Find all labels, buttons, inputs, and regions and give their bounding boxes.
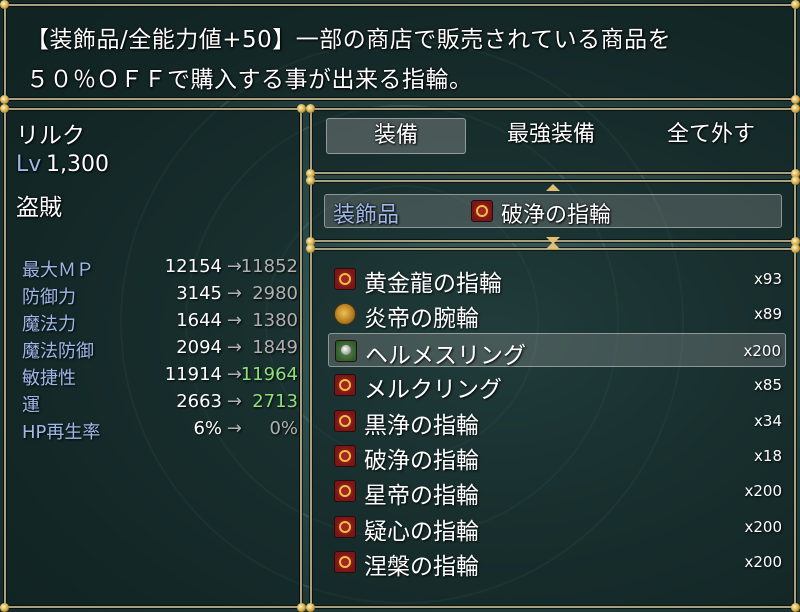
item-name: 黒浄の指輪 — [364, 412, 479, 439]
stat-label: 敏捷性 — [22, 368, 76, 389]
stat-row: 運 2663 → 2713 — [22, 391, 300, 418]
list-item[interactable]: 破浄の指輪 x18 — [328, 439, 786, 474]
item-scroll-up-arrow[interactable] — [546, 242, 560, 249]
stat-new: 2980 — [252, 283, 298, 304]
item-count: x200 — [744, 517, 782, 536]
ring-icon — [334, 374, 356, 397]
slot-window: 装飾品 破浄の指輪 — [306, 176, 800, 246]
stat-label: HP再生率 — [22, 422, 101, 443]
item-name: 黄金龍の指輪 — [364, 271, 502, 297]
actor-name: リルク — [16, 123, 85, 149]
stat-new: 11964 — [240, 364, 298, 385]
stat-new: 1849 — [252, 337, 298, 358]
ring-icon — [334, 551, 356, 574]
stat-row: HP再生率 6% → 0% — [22, 418, 300, 445]
list-item[interactable]: メルクリング x85 — [328, 368, 786, 404]
hermes-ring-icon — [335, 339, 357, 362]
stat-label: 防御力 — [22, 287, 76, 308]
stat-current: 11914 — [164, 364, 222, 385]
list-item[interactable]: 黒浄の指輪 x34 — [328, 404, 786, 439]
item-name: 涅槃の指輪 — [364, 554, 479, 581]
item-count: x93 — [754, 270, 782, 288]
stat-current: 6% — [193, 418, 222, 439]
item-count: x200 — [743, 341, 781, 360]
list-item[interactable]: 星帝の指輪 x200 — [328, 474, 786, 510]
stat-current: 2094 — [176, 337, 222, 358]
stat-arrow: → — [226, 418, 242, 439]
status-window: リルク Lv 1,300 盗賊 最大ＭＰ 12154 → 11852 防御力 3145 → 2… — [0, 104, 306, 612]
slot-label: 装飾品 — [333, 203, 400, 228]
actor-level-value: 1,300 — [46, 152, 109, 177]
stat-arrow: → — [226, 256, 242, 277]
help-text-line-2: ５０％ＯＦＦで購入する事が出来る指輪。 — [26, 67, 473, 93]
bracelet-icon — [334, 303, 356, 326]
item-name: 破浄の指輪 — [364, 448, 479, 474]
stat-current: 1644 — [176, 310, 222, 331]
equip-command[interactable]: 装備 — [326, 118, 466, 154]
actor-level-label: Lv — [16, 152, 42, 177]
optimize-command[interactable]: 最強装備 — [476, 118, 626, 154]
item-name: メルクリング — [364, 377, 502, 404]
stat-label: 運 — [22, 395, 40, 416]
stat-row: 最大ＭＰ 12154 → 11852 — [22, 256, 300, 283]
item-count: x34 — [754, 411, 782, 430]
item-count: x18 — [754, 447, 782, 465]
stat-new: 1380 — [252, 310, 298, 331]
stat-current: 3145 — [176, 283, 222, 304]
list-item[interactable]: 涅槃の指輪 x200 — [328, 545, 786, 581]
item-count: x200 — [744, 482, 782, 501]
help-text-line-1: 【装飾品/全能力値+50】一部の商店で販売されている商品を — [26, 27, 672, 53]
item-count: x85 — [754, 376, 782, 395]
stat-label: 最大ＭＰ — [22, 260, 94, 281]
slot-equipped-name: 破浄の指輪 — [501, 203, 612, 228]
list-item[interactable]: 黄金龍の指輪 x93 — [328, 262, 786, 297]
stat-new: 11852 — [240, 256, 298, 277]
stat-row: 敏捷性 11914 → 11964 — [22, 364, 300, 391]
stat-row: 防御力 3145 → 2980 — [22, 283, 300, 310]
item-name: 炎帝の腕輪 — [364, 306, 479, 333]
stat-new: 0% — [269, 418, 298, 439]
stat-label: 魔法防御 — [22, 341, 94, 362]
actor-class: 盗賊 — [16, 195, 62, 221]
stat-arrow: → — [226, 283, 242, 304]
item-name: 星帝の指輪 — [364, 483, 479, 510]
item-window: 黄金龍の指輪 x93 炎帝の腕輪 x89 ヘルメスリング x200 メルクリング x85 黒浄の… — [306, 242, 800, 612]
stat-arrow: → — [226, 391, 242, 412]
ring-icon — [334, 268, 356, 290]
list-item[interactable]: ヘルメスリング x200 — [328, 332, 786, 369]
stat-current: 12154 — [164, 256, 222, 277]
stat-row: 魔法力 1644 → 1380 — [22, 310, 300, 337]
item-count: x200 — [744, 553, 782, 572]
stat-new: 2713 — [252, 391, 298, 412]
help-window: 【装飾品/全能力値+50】一部の商店で販売されている商品を ５０％ＯＦＦで購入す… — [0, 0, 800, 104]
item-name: ヘルメスリング — [365, 342, 526, 369]
ring-icon — [334, 480, 356, 503]
stat-arrow: → — [226, 337, 242, 358]
ring-icon — [334, 445, 356, 467]
stat-row: 魔法防御 2094 → 1849 — [22, 337, 300, 364]
item-name: 疑心の指輪 — [364, 518, 479, 545]
stat-arrow: → — [226, 310, 242, 331]
ring-icon — [334, 515, 356, 538]
ring-icon — [471, 200, 493, 222]
stat-label: 魔法力 — [22, 314, 76, 335]
list-item[interactable]: 疑心の指輪 x200 — [328, 510, 786, 545]
item-count: x89 — [754, 305, 782, 324]
stat-arrow: → — [226, 364, 242, 385]
list-item[interactable]: 炎帝の腕輪 x89 — [328, 297, 786, 333]
slot-row[interactable]: 装飾品 破浄の指輪 — [324, 194, 782, 228]
scroll-up-arrow[interactable] — [546, 184, 560, 191]
ring-icon — [334, 409, 356, 432]
clear-command[interactable]: 全て外す — [636, 118, 786, 154]
stat-current: 2663 — [176, 391, 222, 412]
command-window: 装備 最強装備 全て外す — [306, 104, 800, 178]
